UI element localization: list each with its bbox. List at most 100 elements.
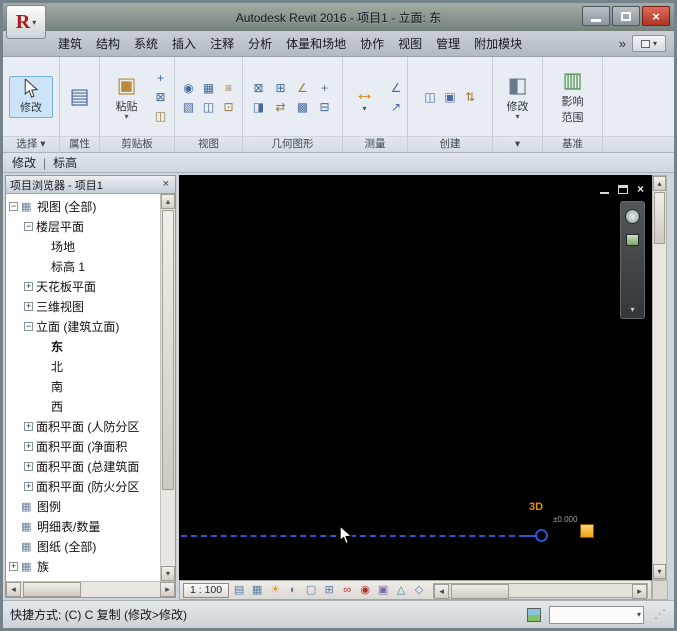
ribbon-tool-icon[interactable]: ≡: [220, 79, 238, 96]
panel-label-clipboard[interactable]: 剪贴板: [100, 136, 174, 152]
tree-expander-icon[interactable]: +: [24, 442, 33, 451]
scope-box-button[interactable]: ▥ 影响 范围: [551, 66, 595, 128]
ribbon-tool-icon[interactable]: ◨: [250, 98, 268, 115]
steering-wheel-icon[interactable]: [625, 209, 640, 224]
modify-panel-button[interactable]: ◧ 修改 ▾: [496, 71, 540, 123]
detail-level-icon[interactable]: ▤: [231, 582, 247, 598]
tree-item[interactable]: +三维视图: [6, 296, 160, 316]
tree-item[interactable]: −▦视图 (全部): [6, 196, 160, 216]
panel-label-view[interactable]: 视图: [175, 136, 242, 152]
scroll-down-arrow[interactable]: ▾: [161, 566, 175, 581]
tree-item[interactable]: 标高 1: [6, 256, 160, 276]
browser-horizontal-scrollbar[interactable]: ◂ ▸: [6, 581, 175, 597]
tree-item[interactable]: 南: [6, 376, 160, 396]
tree-item[interactable]: +面积平面 (防火分区: [6, 476, 160, 496]
ribbon-tool-icon[interactable]: ⊡: [220, 98, 238, 115]
ribbon-tool-icon[interactable]: ⇅: [461, 88, 479, 105]
ribbon-tab[interactable]: 插入: [165, 32, 203, 55]
ribbon-tool-icon[interactable]: ⊟: [316, 98, 334, 115]
scroll-down-arrow[interactable]: ▾: [653, 564, 666, 579]
tree-item[interactable]: 西: [6, 396, 160, 416]
tree-item[interactable]: +▦族: [6, 556, 160, 576]
tree-expander-icon[interactable]: −: [24, 322, 33, 331]
level-line-dashed[interactable]: [181, 535, 525, 537]
drawing-vertical-scrollbar[interactable]: ▴ ▾: [652, 175, 667, 580]
ribbon-tab[interactable]: 系统: [127, 32, 165, 55]
ribbon-tool-icon[interactable]: ▧: [180, 98, 198, 115]
tree-item[interactable]: ▦明细表/数量: [6, 516, 160, 536]
minimize-button[interactable]: [582, 6, 610, 26]
show-crop-region-icon[interactable]: ⊞: [321, 582, 337, 598]
panel-label-measure[interactable]: 测量: [343, 136, 407, 152]
tree-expander-icon[interactable]: −: [9, 202, 18, 211]
visual-style-icon[interactable]: ▦: [249, 582, 265, 598]
browser-vertical-scrollbar[interactable]: ▴ ▾: [160, 194, 175, 581]
browser-scrollbar-thumb[interactable]: [162, 210, 174, 490]
ribbon-tool-icon[interactable]: ⊞: [272, 79, 290, 96]
drawing-area[interactable]: × ▾ 3D ±0.000: [179, 175, 652, 580]
scroll-up-arrow[interactable]: ▴: [653, 176, 666, 191]
ribbon-tool-icon[interactable]: ⊠: [152, 88, 170, 105]
panel-label-properties[interactable]: 属性: [60, 136, 99, 152]
close-button[interactable]: ×: [642, 6, 670, 26]
tree-expander-icon[interactable]: +: [24, 282, 33, 291]
ribbon-tab[interactable]: 协作: [353, 32, 391, 55]
scale-button[interactable]: 1 : 100: [183, 583, 229, 598]
tree-item[interactable]: 场地: [6, 236, 160, 256]
tree-item[interactable]: +面积平面 (净面积: [6, 436, 160, 456]
tree-expander-icon[interactable]: +: [24, 422, 33, 431]
panel-label-geometry[interactable]: 几何图形: [243, 136, 342, 152]
tree-item[interactable]: −立面 (建筑立面): [6, 316, 160, 336]
ribbon-tab[interactable]: 附加模块: [467, 32, 529, 55]
level-edit-toggle[interactable]: [580, 524, 594, 538]
zoom-tool-icon[interactable]: [626, 234, 639, 246]
tree-expander-icon[interactable]: −: [24, 222, 33, 231]
navbar-chevron-icon[interactable]: ▾: [630, 305, 634, 314]
paste-button[interactable]: ▣ 粘贴 ▾: [105, 71, 149, 123]
drawing-hscrollbar-thumb[interactable]: [451, 584, 509, 599]
tree-expander-icon[interactable]: +: [24, 482, 33, 491]
tab-overflow-chevron[interactable]: »: [613, 36, 632, 51]
ribbon-tool-icon[interactable]: ▩: [294, 98, 312, 115]
ribbon-tab[interactable]: 建筑: [51, 32, 89, 55]
crop-view-icon[interactable]: ▢: [303, 582, 319, 598]
ribbon-tool-icon[interactable]: ◉: [180, 79, 198, 96]
scroll-up-arrow[interactable]: ▴: [161, 194, 175, 209]
sun-path-icon[interactable]: ☀: [267, 582, 283, 598]
scroll-right-arrow[interactable]: ▸: [160, 582, 175, 597]
drawing-horizontal-scrollbar[interactable]: ◂ ▸: [433, 583, 648, 598]
ribbon-tool-icon[interactable]: ▦: [200, 79, 218, 96]
tree-item[interactable]: +面积平面 (总建筑面: [6, 456, 160, 476]
application-menu-button[interactable]: R ▾: [6, 5, 46, 39]
ribbon-tool-icon[interactable]: ↗: [387, 98, 405, 115]
ribbon-tool-icon[interactable]: ◫: [152, 107, 170, 124]
tree-item[interactable]: −楼层平面: [6, 216, 160, 236]
panel-label-select[interactable]: 选择 ▾: [3, 136, 59, 152]
level-3d-badge[interactable]: 3D: [529, 501, 543, 513]
panel-label-create[interactable]: 创建: [408, 136, 492, 152]
project-browser-close-icon[interactable]: ×: [161, 179, 171, 190]
temporary-view-properties-icon[interactable]: ▣: [375, 582, 391, 598]
tree-item[interactable]: ▦图纸 (全部): [6, 536, 160, 556]
shadows-icon[interactable]: ◐: [285, 582, 301, 598]
measure-button[interactable]: ↔ ▾: [345, 79, 384, 115]
tree-item[interactable]: +面积平面 (人防分区: [6, 416, 160, 436]
maximize-button[interactable]: [612, 6, 640, 26]
ribbon-tool-icon[interactable]: +: [152, 69, 170, 86]
ribbon-tool-icon[interactable]: ▣: [441, 88, 459, 105]
reveal-hidden-elements-icon[interactable]: ◉: [357, 582, 373, 598]
tree-expander-icon[interactable]: +: [9, 562, 18, 571]
view-minimize-icon[interactable]: [600, 185, 609, 194]
properties-button[interactable]: ▤: [62, 82, 97, 112]
ribbon-tool-icon[interactable]: ∠: [294, 79, 312, 96]
ribbon-tool-icon[interactable]: ⇄: [272, 98, 290, 115]
tree-item[interactable]: 北: [6, 356, 160, 376]
ribbon-tool-icon[interactable]: ∠: [387, 79, 405, 96]
ribbon-tool-icon[interactable]: +: [316, 79, 334, 96]
tree-item[interactable]: +天花板平面: [6, 276, 160, 296]
view-restore-icon[interactable]: [618, 185, 628, 194]
panel-label-modify[interactable]: ▾: [493, 136, 542, 152]
tree-expander-icon[interactable]: +: [24, 302, 33, 311]
resize-grip[interactable]: ⋰: [654, 608, 667, 621]
panel-label-datum[interactable]: 基准: [543, 136, 602, 152]
